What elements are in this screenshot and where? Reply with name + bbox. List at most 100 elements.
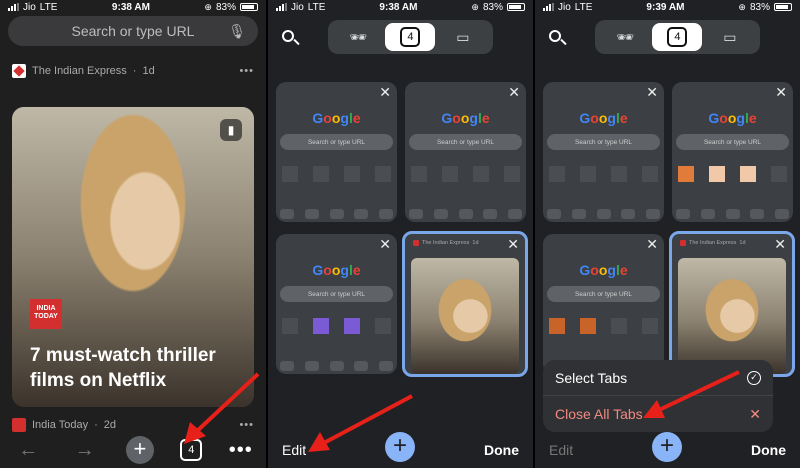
mini-search-bar: Search or type URL xyxy=(676,134,789,150)
carrier: Jio xyxy=(291,1,304,13)
shortcut-tiles xyxy=(282,318,391,334)
select-tabs-menu-item[interactable]: Select Tabs ✓ xyxy=(543,360,773,396)
battery-percent: 83% xyxy=(482,1,503,13)
chrome-new-tab-panel: Jio LTE 9:38 AM ⊕ 83% Search or type URL… xyxy=(0,0,266,468)
other-devices-icon[interactable]: ▭ xyxy=(438,23,488,51)
done-button[interactable]: Done xyxy=(751,442,786,458)
shortcut-tiles xyxy=(411,166,520,182)
source-name: The Indian Express xyxy=(32,65,127,77)
carrier: Jio xyxy=(23,1,36,13)
google-logo: Google xyxy=(708,110,757,126)
mini-search-bar: Search or type URL xyxy=(409,134,522,150)
tab-type-segmented-control: 🕶 4 ▭ xyxy=(595,20,760,54)
rotation-lock-icon: ⊕ xyxy=(738,1,746,12)
new-tab-button[interactable]: + xyxy=(385,432,415,462)
tab-thumbnail[interactable]: ✕ Google Search or type URL xyxy=(276,234,397,374)
bottom-toolbar: ← → + 4 ••• xyxy=(0,434,266,468)
regular-tabs-segment[interactable]: 4 xyxy=(385,23,436,51)
close-icon[interactable]: ✕ xyxy=(379,236,391,253)
close-icon[interactable]: ✕ xyxy=(379,84,391,101)
mini-toolbar xyxy=(280,361,393,371)
edit-button[interactable]: Edit xyxy=(549,442,573,458)
done-button[interactable]: Done xyxy=(484,442,519,458)
checkmark-circle-icon: ✓ xyxy=(747,370,761,385)
clock: 9:39 AM xyxy=(646,1,685,13)
network: LTE xyxy=(574,1,593,13)
signal-icon xyxy=(543,3,554,11)
new-tab-button[interactable]: + xyxy=(652,432,682,462)
indian-express-logo-icon xyxy=(413,240,419,246)
mini-source-row: The Indian Express 1d xyxy=(680,240,772,246)
edit-menu-popup: Select Tabs ✓ Close All Tabs ✕ xyxy=(543,360,773,432)
signal-icon xyxy=(8,3,19,11)
edit-button[interactable]: Edit xyxy=(282,442,306,458)
close-icon[interactable]: ✕ xyxy=(646,84,658,101)
mini-article-photo xyxy=(678,258,786,374)
carrier: Jio xyxy=(558,1,571,13)
close-icon[interactable]: ✕ xyxy=(774,236,786,253)
mic-icon[interactable]: 🎙 xyxy=(228,23,246,40)
tab-thumbnail[interactable]: ✕ Google Search or type URL xyxy=(276,82,397,222)
battery-percent: 83% xyxy=(749,1,770,13)
screenshot-composite: Jio LTE 9:38 AM ⊕ 83% Search or type URL… xyxy=(0,0,800,468)
back-arrow-icon[interactable]: ← xyxy=(13,439,43,462)
other-devices-icon[interactable]: ▭ xyxy=(705,23,755,51)
tab-thumbnail-selected[interactable]: ✕ The Indian Express 1d xyxy=(669,231,795,377)
google-logo: Google xyxy=(441,110,490,126)
close-icon: ✕ xyxy=(749,405,761,422)
network: LTE xyxy=(307,1,326,13)
regular-tabs-segment[interactable]: 4 xyxy=(652,23,703,51)
mini-toolbar xyxy=(280,209,393,219)
article-headline: 7 must-watch thriller films on Netflix xyxy=(30,345,216,391)
forward-arrow-icon[interactable]: → xyxy=(70,439,100,462)
tab-thumbnail[interactable]: ✕ Google Search or type URL xyxy=(543,82,664,222)
close-icon[interactable]: ✕ xyxy=(508,84,520,101)
signal-icon xyxy=(276,3,287,11)
tab-type-segmented-control: 🕶 4 ▭ xyxy=(328,20,493,54)
more-menu-icon[interactable]: ••• xyxy=(229,439,253,462)
tab-thumbnail[interactable]: ✕ Google Search or type URL xyxy=(405,82,526,222)
shortcut-tiles xyxy=(282,166,391,182)
incognito-tabs-icon[interactable]: 🕶 xyxy=(333,23,383,51)
tab-switcher-button[interactable]: 4 xyxy=(180,439,203,461)
feed-source-row: The Indian Express · 1d ••• xyxy=(12,64,254,78)
shortcut-tiles xyxy=(678,166,787,182)
india-today-logo-icon xyxy=(12,418,26,432)
close-all-tabs-menu-item[interactable]: Close All Tabs ✕ xyxy=(543,396,773,432)
tab-count-badge: 4 xyxy=(400,27,421,47)
tab-grid-bottom-bar: Edit + Done xyxy=(535,428,800,468)
indian-express-logo-icon xyxy=(12,64,26,78)
article-badge-icon: ▮ xyxy=(220,119,242,141)
mini-source-age: 1d xyxy=(739,240,746,246)
article-card[interactable]: ▮ INDIA TODAY 7 must-watch thriller film… xyxy=(12,107,254,407)
battery-icon xyxy=(773,3,792,11)
more-options-icon[interactable]: ••• xyxy=(239,419,254,431)
tab-grid-bottom-bar: Edit + Done xyxy=(268,428,533,468)
search-placeholder: Search or type URL xyxy=(71,23,195,39)
battery-percent: 83% xyxy=(215,1,236,13)
mini-search-bar: Search or type URL xyxy=(280,134,393,150)
tab-thumbnail[interactable]: ✕ Google Search or type URL xyxy=(672,82,793,222)
mini-toolbar xyxy=(676,209,789,219)
close-icon[interactable]: ✕ xyxy=(775,84,787,101)
google-logo: Google xyxy=(579,262,628,278)
google-logo: Google xyxy=(312,262,361,278)
mini-source-age: 1d xyxy=(472,240,479,246)
source-separator: · xyxy=(132,65,137,77)
google-logo: Google xyxy=(579,110,628,126)
mini-toolbar xyxy=(547,209,660,219)
battery-icon xyxy=(506,3,525,11)
battery-icon xyxy=(239,3,258,11)
search-input[interactable]: Search or type URL 🎙 xyxy=(8,16,258,46)
shortcut-tiles xyxy=(549,318,658,334)
close-all-tabs-label: Close All Tabs xyxy=(555,406,643,422)
tab-thumbnail[interactable]: ✕ Google Search or type URL xyxy=(543,234,664,374)
close-icon[interactable]: ✕ xyxy=(507,236,519,253)
close-icon[interactable]: ✕ xyxy=(646,236,658,253)
indian-express-logo-icon xyxy=(680,240,686,246)
tab-thumbnail-selected[interactable]: ✕ The Indian Express 1d xyxy=(402,231,528,377)
new-tab-button[interactable]: + xyxy=(125,436,154,464)
more-options-icon[interactable]: ••• xyxy=(239,65,254,77)
incognito-tabs-icon[interactable]: 🕶 xyxy=(600,23,650,51)
status-bar: Jio LTE 9:39 AM ⊕ 83% xyxy=(535,0,800,14)
